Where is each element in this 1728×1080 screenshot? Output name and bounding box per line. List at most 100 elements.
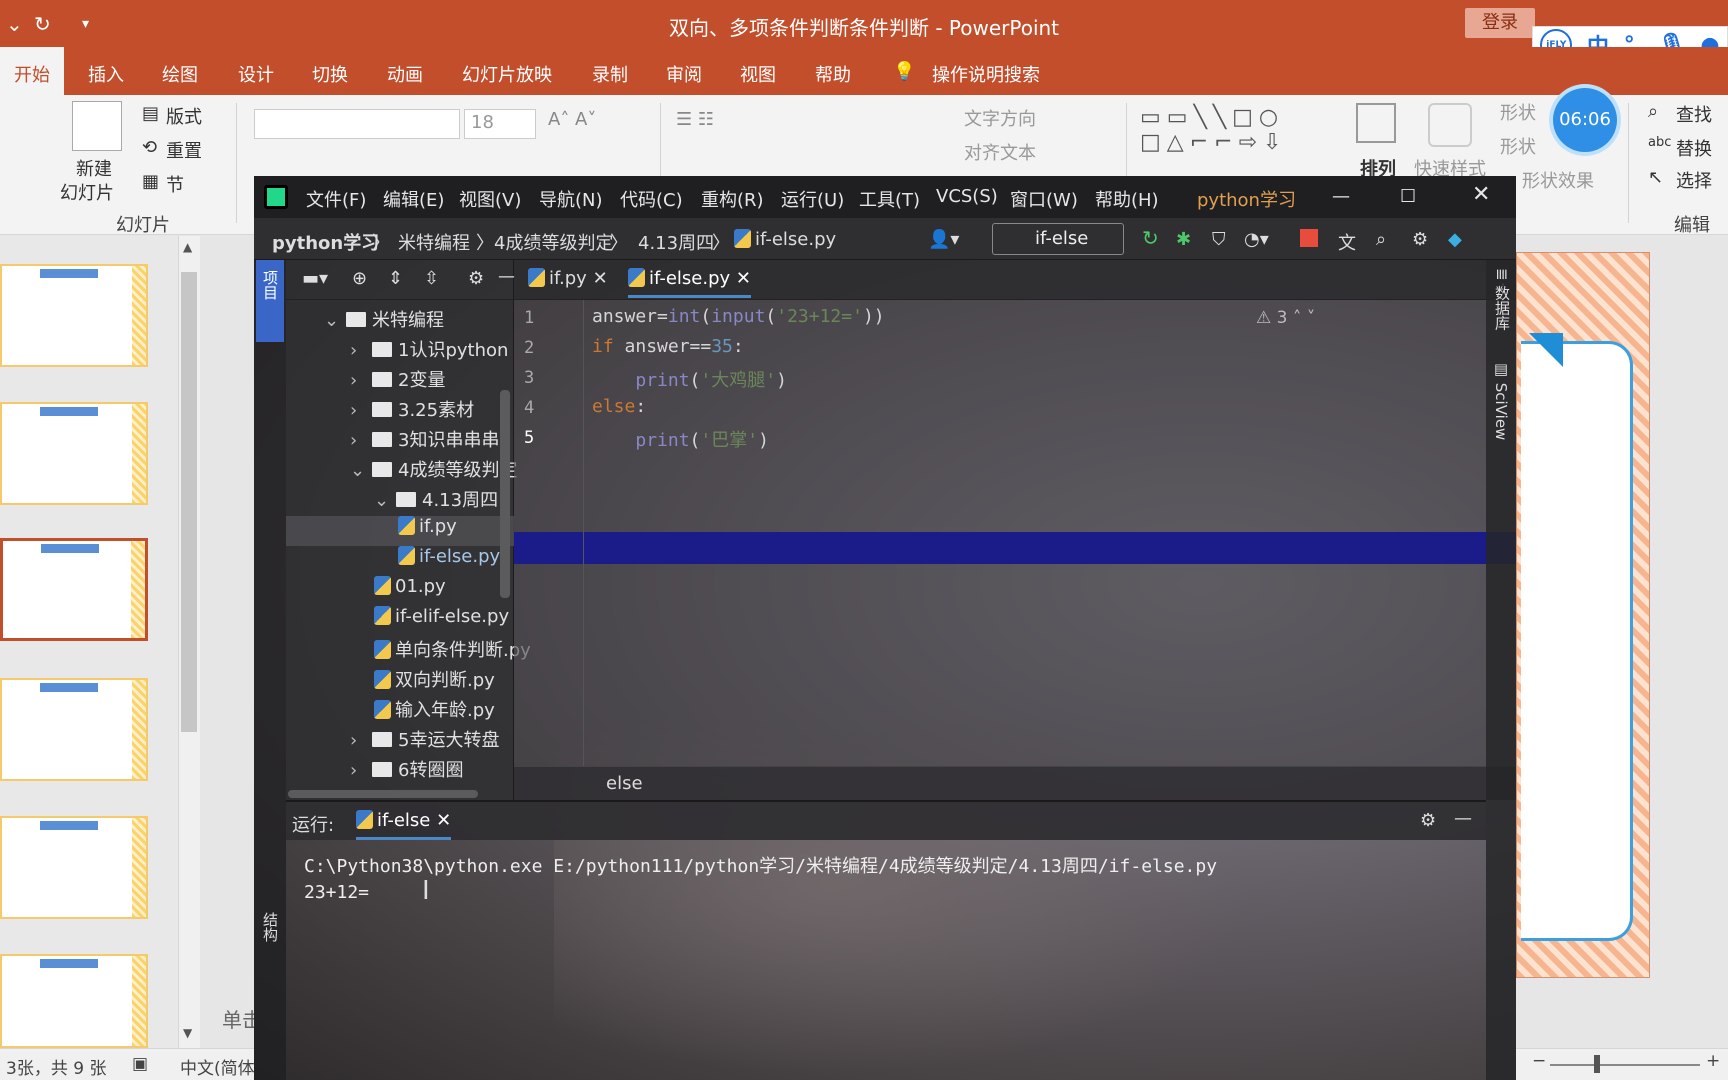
breadcrumb-folder[interactable]: 4.13周四	[638, 229, 714, 255]
tree-file[interactable]: 单向条件判断.py	[374, 636, 531, 662]
debug-icon[interactable]: ✱	[1176, 229, 1191, 250]
code-line[interactable]: answer=int(input('23+12='))	[592, 306, 885, 327]
tree-folder[interactable]: › 6转圈圈	[350, 756, 463, 782]
settings-icon[interactable]: ⚙	[1412, 229, 1428, 250]
locate-icon[interactable]: ⊕	[352, 268, 367, 289]
folder-dropdown-icon[interactable]: ▬▾	[302, 268, 328, 289]
zoom-in-icon[interactable]: +	[1706, 1051, 1720, 1071]
slide-canvas[interactable]	[1516, 252, 1650, 978]
tree-folder[interactable]: ⌄ 4.13周四	[374, 486, 498, 512]
login-button[interactable]: 登录	[1465, 8, 1535, 38]
slide-thumbnail[interactable]	[0, 678, 148, 781]
font-name-input[interactable]	[254, 109, 460, 139]
tab-insert[interactable]: 插入	[88, 61, 124, 87]
user-icon[interactable]: 👤▾	[928, 229, 959, 250]
menu-view[interactable]: 视图(V)	[459, 186, 521, 212]
hide-icon[interactable]: —	[1454, 808, 1472, 829]
select-button[interactable]: 选择	[1676, 167, 1712, 193]
pycharm-window[interactable]: 文件(F) 编辑(E) 视图(V) 导航(N) 代码(C) 重构(R) 运行(U…	[254, 176, 1516, 1080]
shape-effects-button[interactable]: 形状效果	[1522, 167, 1594, 193]
menu-code[interactable]: 代码(C)	[620, 186, 683, 212]
tab-help[interactable]: 帮助	[815, 61, 851, 87]
code-line[interactable]: else:	[592, 396, 646, 417]
tab-slideshow[interactable]: 幻灯片放映	[462, 61, 552, 87]
zoom-slider[interactable]	[1550, 1064, 1700, 1066]
coverage-icon[interactable]: ⛉	[1212, 229, 1226, 250]
code-line[interactable]: print('巴掌')	[592, 426, 769, 452]
slide-thumbnail-selected[interactable]	[0, 538, 148, 641]
code-editor[interactable]: if.py ✕ if-else.py ✕ ⋮ 1 2 3 4 5 answer=int(…	[514, 260, 1516, 800]
arrange-icon[interactable]	[1356, 103, 1396, 143]
text-direction-button[interactable]: 文字方向	[964, 105, 1036, 131]
tree-folder[interactable]: › 3.25素材	[350, 396, 474, 422]
breadcrumb-folder[interactable]: 4成绩等级判定	[494, 229, 613, 255]
structure-tool-tab[interactable]: 结构	[260, 912, 281, 942]
slide-thumbnail[interactable]	[0, 816, 148, 919]
font-size-input[interactable]: 18	[464, 109, 536, 139]
tab-view[interactable]: 视图	[740, 61, 776, 87]
project-tool-tab[interactable]: 项目	[256, 260, 284, 342]
chevron-right-icon[interactable]: ›	[350, 430, 372, 451]
code-line[interactable]: print('大鸡腿')	[592, 366, 787, 392]
database-tool-tab[interactable]: ≣ 数据库	[1492, 268, 1513, 330]
tree-folder[interactable]: › 1认识python	[350, 336, 508, 362]
thumbnail-scrollbar[interactable]: ▲ ▼	[178, 236, 200, 1048]
close-icon[interactable]: ✕	[1472, 182, 1490, 207]
tree-file[interactable]: if.py	[398, 516, 457, 537]
breadcrumb-file[interactable]: if-else.py	[734, 229, 836, 250]
zoom-slider-thumb[interactable]	[1594, 1055, 1600, 1073]
tab-review[interactable]: 审阅	[666, 61, 702, 87]
menu-window[interactable]: 窗口(W)	[1010, 186, 1078, 212]
stop-icon[interactable]	[1300, 229, 1318, 247]
code-breadcrumb[interactable]: else	[606, 773, 643, 794]
profile-icon[interactable]: ◔▾	[1244, 229, 1269, 250]
tree-file[interactable]: if-else.py	[398, 546, 500, 567]
tree-file[interactable]: 输入年龄.py	[374, 696, 495, 722]
chevron-right-icon[interactable]: ›	[350, 340, 372, 361]
toolbox-icon[interactable]: ◆	[1448, 229, 1462, 250]
close-tab-icon[interactable]: ✕	[593, 268, 608, 289]
reset-button[interactable]: 重置	[166, 137, 202, 163]
new-slide-button[interactable]: 新建	[76, 155, 112, 181]
settings-icon[interactable]: ⚙	[468, 268, 484, 289]
sciview-tool-tab[interactable]: ▤ SciView	[1492, 360, 1510, 440]
notes-icon[interactable]: ▣	[132, 1054, 148, 1074]
editor-tab[interactable]: if.py ✕	[528, 268, 608, 289]
menu-file[interactable]: 文件(F)	[306, 186, 366, 212]
search-icon[interactable]: ⌕	[1376, 229, 1386, 250]
shape-outline-button[interactable]: 形状	[1500, 133, 1536, 159]
tell-me-search[interactable]: 操作说明搜索	[932, 61, 1040, 87]
tab-record[interactable]: 录制	[592, 61, 628, 87]
chevron-right-icon[interactable]: ›	[350, 760, 372, 781]
quick-styles-icon[interactable]	[1428, 103, 1472, 147]
minimize-icon[interactable]: —	[1332, 186, 1350, 207]
tab-home[interactable]: 开始	[0, 47, 64, 95]
menu-help[interactable]: 帮助(H)	[1095, 186, 1159, 212]
breadcrumb-folder[interactable]: 米特编程	[398, 229, 470, 255]
chevron-right-icon[interactable]: ›	[350, 370, 372, 391]
slide-thumbnail[interactable]	[0, 954, 148, 1048]
menu-run[interactable]: 运行(U)	[781, 186, 844, 212]
maximize-icon[interactable]: ☐	[1400, 186, 1416, 207]
menu-vcs[interactable]: VCS(S)	[936, 186, 998, 207]
chevron-down-icon[interactable]: ⌄	[350, 460, 372, 481]
breadcrumb-project[interactable]: python学习	[272, 229, 379, 255]
replace-button[interactable]: 替换	[1676, 135, 1712, 161]
new-slide-label[interactable]: 幻灯片	[60, 179, 114, 205]
tab-transitions[interactable]: 切换	[312, 61, 348, 87]
translate-icon[interactable]: 文	[1338, 229, 1356, 255]
align-text-button[interactable]: 对齐文本	[964, 139, 1036, 165]
zoom-out-icon[interactable]: −	[1532, 1051, 1546, 1071]
section-button[interactable]: 节	[166, 171, 184, 197]
run-console[interactable]: C:\Python38\python.exe E:/python111/pyth…	[286, 840, 1486, 1080]
collapse-all-icon[interactable]: ⇳	[424, 268, 439, 289]
expand-all-icon[interactable]: ⇕	[388, 268, 403, 289]
code-line[interactable]: if answer==35:	[592, 336, 744, 357]
run-config-selector[interactable]: if-else	[992, 223, 1124, 255]
tab-design[interactable]: 设计	[238, 61, 274, 87]
font-grow-icon[interactable]: A˄ A˅	[548, 109, 596, 130]
tree-file[interactable]: 01.py	[374, 576, 446, 597]
tree-folder[interactable]: › 3知识串串串	[350, 426, 499, 452]
warnings-indicator[interactable]: ⚠ 3 ˄ ˅	[1256, 308, 1315, 328]
tree-folder[interactable]: › 5幸运大转盘	[350, 726, 499, 752]
